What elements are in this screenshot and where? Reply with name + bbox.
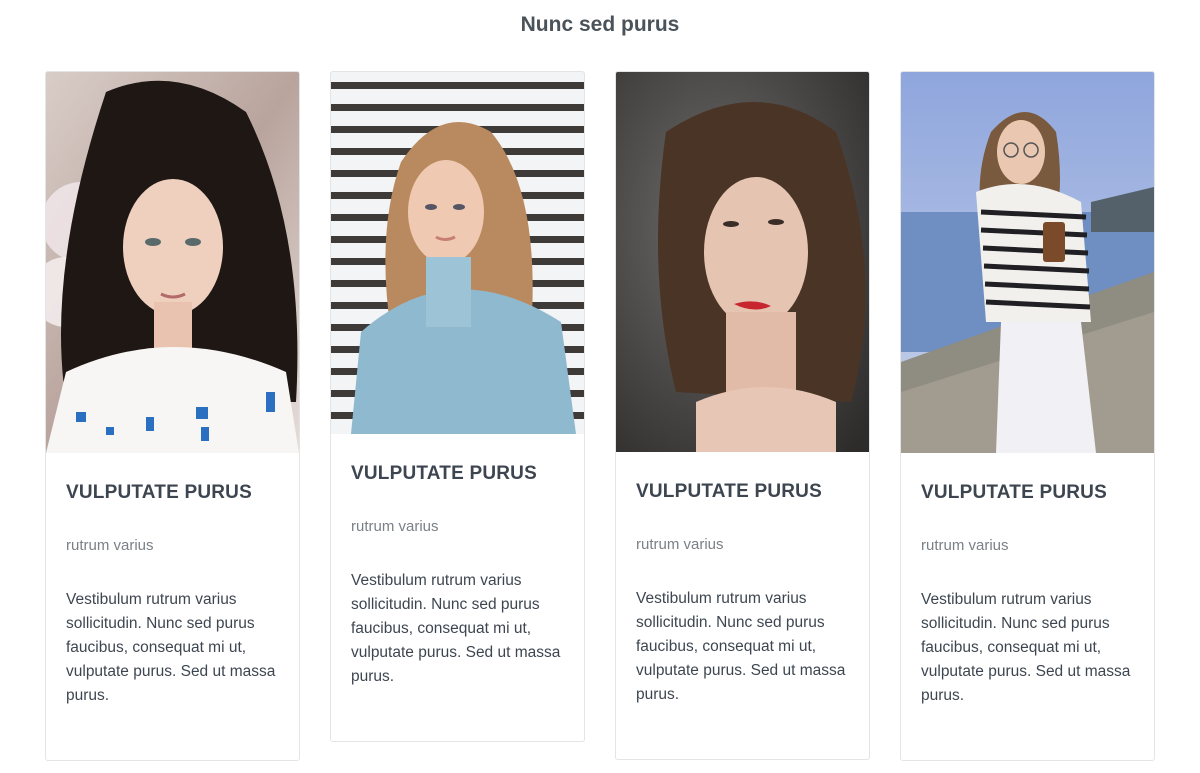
card-body: VULPUTATE PURUS rutrum varius Vestibulum… [901, 481, 1154, 708]
profile-card: VULPUTATE PURUS rutrum varius Vestibulum… [615, 71, 870, 760]
card-image-portrait [616, 72, 869, 452]
profile-card: VULPUTATE PURUS rutrum varius Vestibulum… [330, 71, 585, 742]
card-body: VULPUTATE PURUS rutrum varius Vestibulum… [331, 462, 584, 689]
profile-card: VULPUTATE PURUS rutrum varius Vestibulum… [45, 71, 300, 761]
card-heading: VULPUTATE PURUS [636, 481, 822, 502]
card-image-portrait [901, 72, 1154, 453]
card-subheading: rutrum varius [66, 537, 154, 554]
card-image-portrait [331, 72, 584, 434]
card-description: Vestibulum rutrum varius sollicitudin. N… [921, 591, 1131, 704]
card-description: Vestibulum rutrum varius sollicitudin. N… [66, 591, 276, 704]
card-heading: VULPUTATE PURUS [351, 463, 537, 484]
card-description: Vestibulum rutrum varius sollicitudin. N… [351, 572, 561, 685]
card-subheading: rutrum varius [921, 537, 1009, 554]
card-subheading: rutrum varius [351, 518, 439, 535]
card-subheading: rutrum varius [636, 536, 724, 553]
card-body: VULPUTATE PURUS rutrum varius Vestibulum… [46, 481, 299, 708]
card-description: Vestibulum rutrum varius sollicitudin. N… [636, 590, 846, 703]
page: Nunc sed purus VULPUTATE PURUS rutrum va… [0, 0, 1200, 773]
card-heading: VULPUTATE PURUS [66, 482, 252, 503]
card-heading: VULPUTATE PURUS [921, 482, 1107, 503]
card-body: VULPUTATE PURUS rutrum varius Vestibulum… [616, 480, 869, 707]
page-title: Nunc sed purus [520, 13, 680, 36]
profile-card: VULPUTATE PURUS rutrum varius Vestibulum… [900, 71, 1155, 761]
card-image-portrait [46, 72, 299, 453]
